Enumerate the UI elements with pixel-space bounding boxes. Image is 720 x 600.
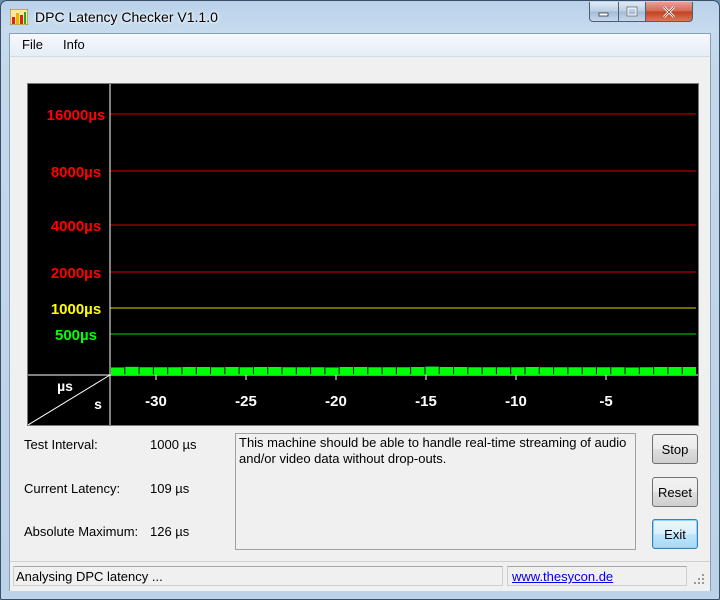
window-title: DPC Latency Checker V1.1.0 <box>35 9 218 25</box>
y-tick-label: 1000µs <box>51 301 101 318</box>
latency-bar <box>139 367 153 375</box>
absolute-maximum-value: 126 µs <box>150 524 190 539</box>
x-tick-label: -15 <box>415 393 437 410</box>
latency-bar <box>554 367 568 375</box>
maximize-icon <box>626 6 638 17</box>
y-tick-label: 2000µs <box>51 265 101 282</box>
latency-bar <box>539 367 554 375</box>
latency-bar <box>525 367 539 375</box>
corner-unit-label: µs <box>57 378 73 394</box>
stop-button[interactable]: Stop <box>652 434 698 464</box>
latency-bar <box>454 367 468 375</box>
y-tick-label: 16000µs <box>47 107 106 124</box>
latency-bar <box>639 367 654 375</box>
latency-bar <box>411 367 425 375</box>
current-latency-label: Current Latency: <box>24 481 121 496</box>
latency-bar <box>311 367 325 375</box>
reset-button[interactable]: Reset <box>652 477 698 507</box>
corner-seconds-label: s <box>94 396 102 412</box>
y-tick-label: 500µs <box>55 327 97 344</box>
latency-bar <box>325 367 339 375</box>
latency-bar <box>182 367 196 375</box>
latency-bar <box>425 366 439 375</box>
test-interval-label: Test Interval: <box>24 437 98 452</box>
x-tick-label: -10 <box>505 393 527 410</box>
website-link[interactable]: www.thesycon.de <box>507 566 687 586</box>
latency-bar <box>111 367 125 375</box>
latency-bar <box>568 367 582 375</box>
latency-bar <box>339 367 353 375</box>
title-bar[interactable]: DPC Latency Checker V1.1.0 <box>1 1 719 33</box>
client-area: File Info 16000µs 8000µs 4000µs 2000µs 1000µ… <box>9 33 711 591</box>
latency-bar <box>396 367 411 375</box>
resize-grip-icon[interactable] <box>692 572 706 586</box>
absolute-maximum-label: Absolute Maximum: <box>24 524 139 539</box>
x-tick-label: -25 <box>235 393 257 410</box>
app-icon <box>10 9 28 25</box>
x-tick-label: -5 <box>599 393 612 410</box>
latency-bar <box>596 367 611 375</box>
latency-bar <box>582 367 596 375</box>
latency-bar <box>153 367 168 375</box>
latency-bar <box>125 366 139 375</box>
latency-bar <box>511 367 525 375</box>
status-bar: Analysing DPC latency ... www.thesycon.d… <box>10 561 710 591</box>
latency-bar <box>682 367 696 375</box>
latency-bar <box>611 367 625 375</box>
menu-bar: File Info <box>10 34 710 57</box>
maximize-button[interactable] <box>618 2 646 22</box>
latency-bar <box>654 367 668 375</box>
close-icon <box>663 5 675 18</box>
minimize-button[interactable] <box>589 2 619 22</box>
y-tick-label: 8000µs <box>51 164 101 181</box>
menu-info[interactable]: Info <box>63 37 85 52</box>
latency-bar <box>282 367 296 375</box>
y-tick-label: 4000µs <box>51 218 101 235</box>
status-text: Analysing DPC latency ... <box>13 566 503 586</box>
minimize-icon <box>598 12 609 16</box>
latency-bar <box>268 367 282 375</box>
latency-bar <box>625 367 639 375</box>
latency-bar <box>196 367 211 375</box>
latency-bar <box>439 367 454 375</box>
exit-button[interactable]: Exit <box>652 519 698 549</box>
test-interval-value: 1000 µs <box>150 437 197 452</box>
latency-bar <box>225 367 239 375</box>
latency-bar <box>353 367 368 375</box>
latency-bar <box>239 367 253 375</box>
menu-file[interactable]: File <box>22 37 43 52</box>
latency-bar <box>253 367 268 375</box>
latency-bar <box>368 367 382 375</box>
latency-bar <box>668 367 682 375</box>
latency-bar <box>496 367 511 375</box>
latency-bar <box>482 367 496 375</box>
latency-graph: 16000µs 8000µs 4000µs 2000µs 1000µs 500µs µs s -… <box>27 83 699 426</box>
latency-bar <box>211 367 225 375</box>
latency-bar <box>168 367 182 375</box>
latency-bar <box>296 367 311 375</box>
app-window: DPC Latency Checker V1.1.0 File Info 160… <box>0 0 720 600</box>
x-tick-label: -20 <box>325 393 347 410</box>
latency-bar <box>468 367 482 375</box>
x-tick-label: -30 <box>145 393 167 410</box>
current-latency-value: 109 µs <box>150 481 190 496</box>
status-message: This machine should be able to handle re… <box>235 433 636 550</box>
latency-bar <box>382 367 396 375</box>
close-button[interactable] <box>645 2 693 22</box>
